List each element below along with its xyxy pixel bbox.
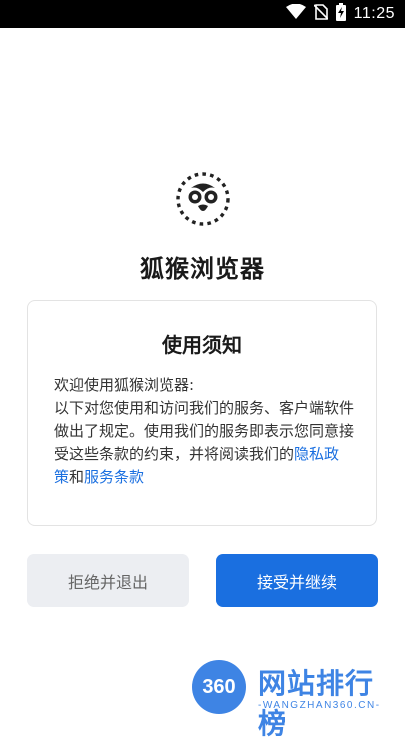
app-name: 狐猴浏览器 <box>140 255 265 283</box>
notice-and: 和 <box>69 468 85 486</box>
reject-and-exit-button[interactable]: 拒绝并退出 <box>27 554 189 607</box>
battery-charging-icon <box>335 3 346 25</box>
status-bar: 11:25 <box>0 0 405 28</box>
accept-and-continue-button[interactable]: 接受并继续 <box>216 554 378 607</box>
notice-card: 使用须知 欢迎使用狐猴浏览器: 以下对您使用和访问我们的服务、客户端软件做出了规… <box>27 300 377 526</box>
notice-greeting: 欢迎使用狐猴浏览器: <box>54 376 195 394</box>
no-sim-icon <box>313 4 329 24</box>
watermark-subtitle: -WANGZHAN360.CN- <box>258 700 381 711</box>
terms-of-service-link[interactable]: 服务条款 <box>84 468 144 486</box>
watermark: 360 网站排行榜 -WANGZHAN360.CN- <box>192 658 402 740</box>
wifi-icon <box>285 3 306 24</box>
notice-body: 欢迎使用狐猴浏览器: 以下对您使用和访问我们的服务、客户端软件做出了规定。使用我… <box>54 374 354 489</box>
watermark-badge: 360 <box>192 660 246 714</box>
notice-title: 使用须知 <box>162 333 242 357</box>
lemur-logo-icon <box>174 170 232 228</box>
status-time: 11:25 <box>353 5 395 22</box>
